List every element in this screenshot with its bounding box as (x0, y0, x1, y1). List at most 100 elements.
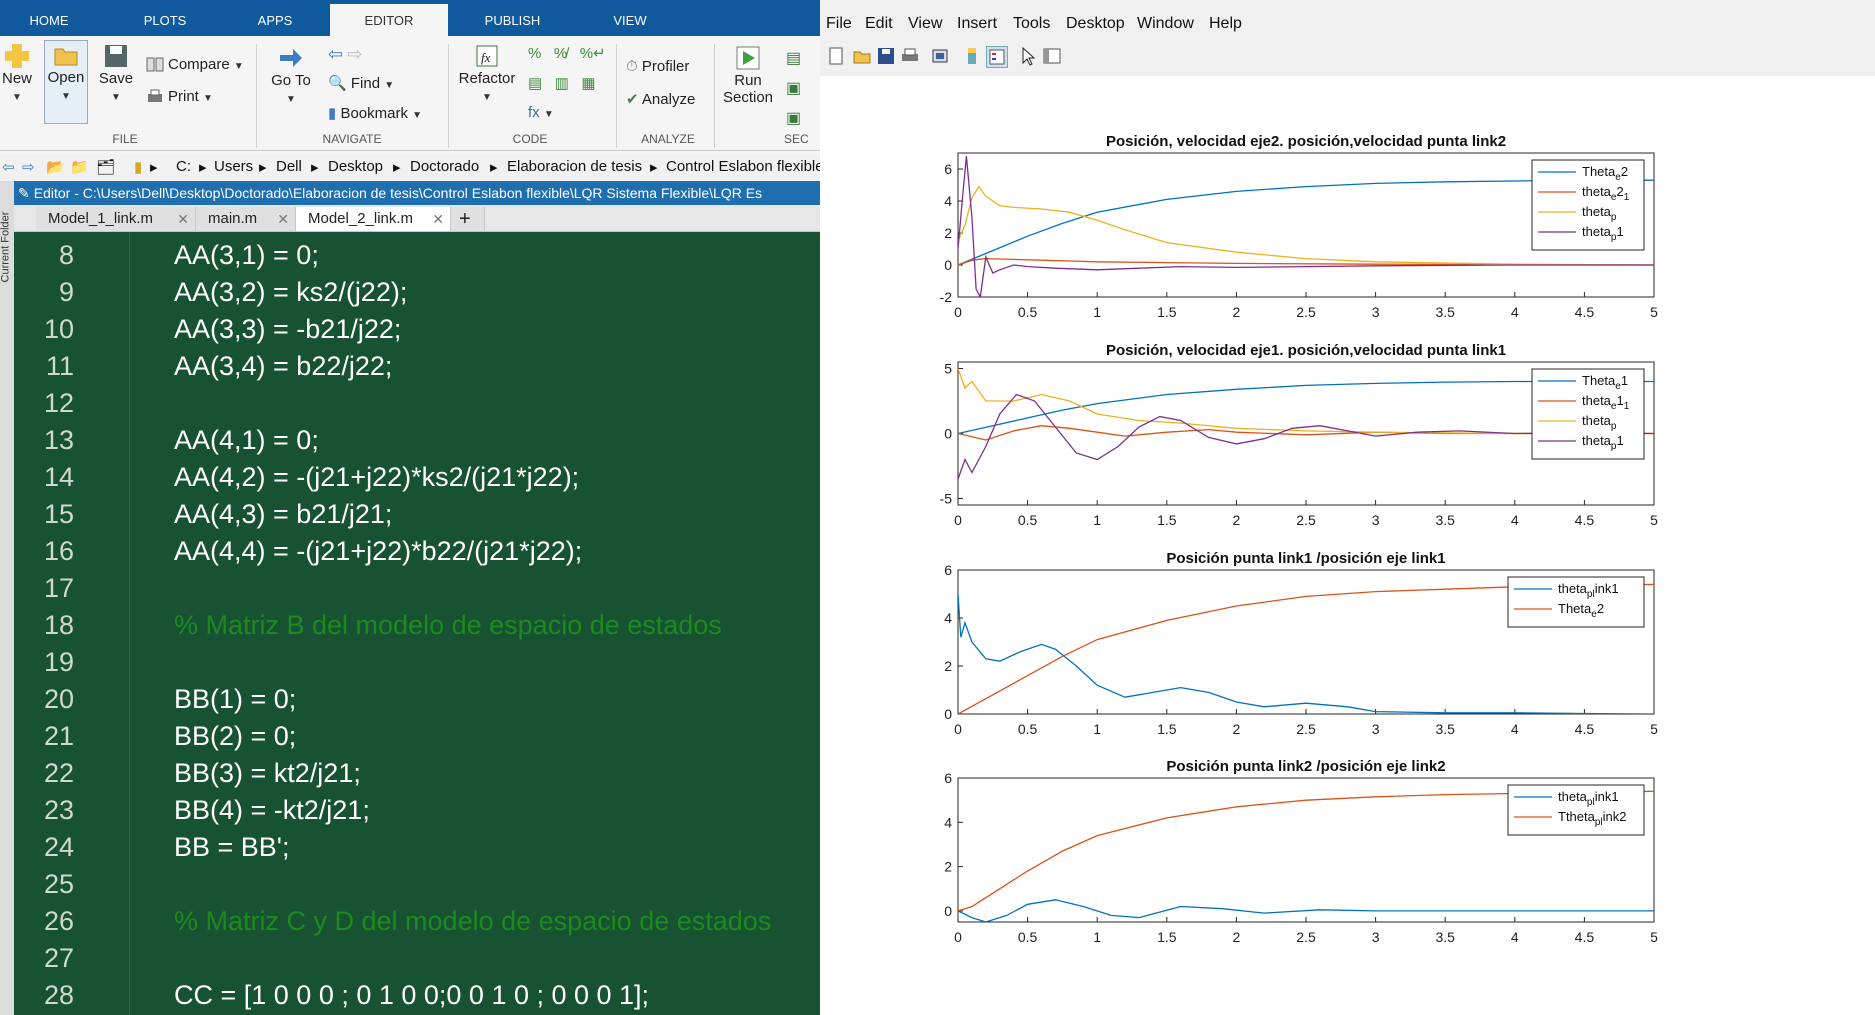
run-time-icon[interactable]: ▣ (786, 110, 801, 127)
code-comment[interactable]: % Matriz B del modelo de espacio de esta… (174, 610, 722, 641)
section-break-icon[interactable]: ▤ (786, 50, 801, 67)
code-line[interactable]: BB(3) = kt2/j21; (174, 758, 361, 789)
browse-folder-icon[interactable]: 📁 (70, 158, 89, 176)
colorbar-icon[interactable] (962, 46, 982, 66)
code-line[interactable]: BB(4) = -kt2/j21; (174, 795, 370, 826)
code-tools-row3[interactable]: fx ▼ (528, 104, 554, 121)
tab-publish[interactable]: PUBLISH (455, 0, 570, 36)
menu-file[interactable]: File (826, 15, 852, 33)
x-tick-label: 4.5 (1575, 304, 1595, 320)
menu-edit[interactable]: Edit (865, 15, 893, 33)
analyze-button[interactable]: ✔ Analyze (626, 90, 695, 108)
tab-plots[interactable]: PLOTS (110, 0, 220, 36)
open-file-icon[interactable] (852, 46, 872, 66)
current-folder-label[interactable]: Current Folder (0, 212, 11, 283)
insert-function-icon[interactable]: fx (528, 104, 540, 121)
address-bar[interactable]: ⇦ ⇨ 📂 📁 🗂 ▮ ▸ C: ▸ Users ▸ Dell ▸ Deskto… (0, 154, 820, 180)
code-line[interactable]: CC = [1 0 0 0 ; 0 1 0 0;0 0 1 0 ; 0 0 0 … (174, 980, 649, 1011)
tab-view[interactable]: VIEW (580, 0, 680, 36)
property-editor-icon[interactable] (1042, 46, 1062, 66)
menu-tools[interactable]: Tools (1013, 15, 1050, 33)
tab-home[interactable]: HOME (0, 0, 98, 36)
file-tab-main[interactable]: main.m ✕ (196, 207, 296, 231)
menu-help[interactable]: Help (1209, 15, 1242, 33)
code-line[interactable]: AA(3,1) = 0; (174, 240, 319, 271)
file-tab-model1[interactable]: Model_1_link.m ✕ (36, 207, 196, 231)
up-folder-icon[interactable]: 📂 (46, 158, 65, 176)
code-tools-row2[interactable]: ▤ ▥ ▦ (528, 74, 596, 92)
smart-indent-icon[interactable]: ▤ (528, 75, 542, 92)
pointer-icon[interactable] (1018, 46, 1038, 66)
path-segment[interactable]: Users (214, 158, 253, 175)
tab-editor[interactable]: EDITOR (330, 4, 448, 36)
new-tab-button[interactable]: + (451, 207, 485, 231)
path-segment[interactable]: Elaboracion de tesis (507, 158, 642, 175)
back-forward-buttons[interactable]: ⇦ ⇨ (328, 44, 362, 65)
decrease-indent-icon[interactable]: ▥ (555, 75, 569, 92)
print-button[interactable]: Print ▼ (146, 88, 213, 106)
code-line[interactable]: AA(4,3) = b21/j21; (174, 499, 392, 530)
run-section-button[interactable]: Run Section (720, 44, 776, 106)
code-line[interactable]: AA(4,1) = 0; (174, 425, 319, 456)
code-comment[interactable]: % Matriz C y D del modelo de espacio de … (174, 906, 771, 937)
new-figure-icon[interactable] (826, 46, 846, 66)
back-nav-icon[interactable]: ⇦ (2, 158, 15, 176)
code-line[interactable]: AA(3,3) = -b21/j22; (174, 314, 401, 345)
save-figure-icon[interactable] (876, 46, 896, 66)
code-line[interactable]: AA(4,2) = -(j21+j22)*ks2/(j21*j22); (174, 462, 579, 493)
tab-apps[interactable]: APPS (225, 0, 325, 36)
code-tools-row1[interactable]: % %̸ %↵ (528, 44, 606, 62)
wrap-comment-icon[interactable]: %↵ (580, 45, 606, 62)
link-plot-icon[interactable] (930, 46, 950, 66)
refactor-button[interactable]: fx Refactor ▼ (456, 42, 518, 104)
profiler-label: Profiler (641, 58, 690, 75)
forward-nav-icon[interactable]: ⇨ (22, 158, 35, 176)
run-advance-icon[interactable]: ▣ (786, 80, 801, 97)
print-figure-icon[interactable] (900, 46, 920, 66)
path-segment[interactable]: Doctorado (410, 158, 479, 175)
file-tab-model2[interactable]: Model_2_link.m ✕ (296, 207, 451, 231)
x-tick-label: 4.5 (1575, 512, 1595, 528)
code-line[interactable]: BB(1) = 0; (174, 684, 296, 715)
x-tick-label: 0.5 (1018, 512, 1038, 528)
menu-window[interactable]: Window (1137, 15, 1194, 33)
path-segment[interactable]: Desktop (328, 158, 383, 175)
code-line[interactable]: AA(3,2) = ks2/(j22); (174, 277, 407, 308)
editor-title-bar: ✎ Editor - C:\Users\Dell\Desktop\Doctorad… (14, 181, 820, 205)
comment-icon[interactable]: % (528, 45, 541, 62)
code-editor[interactable]: 8 9 10 11 12 13 14 15 16 17 18 19 20 21 22 23 24 25 26 27 28… (14, 232, 820, 1015)
refresh-icon[interactable]: 🗂 (96, 158, 115, 176)
menu-desktop[interactable]: Desktop (1066, 15, 1125, 33)
menu-insert[interactable]: Insert (957, 15, 997, 33)
path-segment[interactable]: Control Eslabon flexible (666, 158, 820, 175)
editor-file-tabs: Model_1_link.m ✕ main.m ✕ Model_2_link.m ✕ … (14, 205, 820, 232)
save-button[interactable]: Save ▼ (96, 42, 136, 104)
find-button[interactable]: 🔍 Find ▼ (328, 74, 394, 92)
x-tick-label: 2 (1233, 304, 1241, 320)
legend-icon[interactable] (986, 46, 1008, 68)
close-tab-icon[interactable]: ✕ (432, 207, 444, 231)
path-segment[interactable]: C: (176, 158, 191, 175)
goto-button[interactable]: Go To ▼ (268, 44, 314, 106)
y-tick-label: 4 (944, 814, 952, 830)
code-line[interactable]: AA(3,4) = b22/j22; (174, 351, 392, 382)
new-button[interactable]: New ▼ (0, 42, 34, 104)
code-line[interactable]: BB(2) = 0; (174, 721, 296, 752)
code-line[interactable]: AA(4,4) = -(j21+j22)*b22/(j21*j22); (174, 536, 582, 567)
compare-button[interactable]: Compare ▼ (146, 56, 244, 74)
back-arrow-icon[interactable]: ⇦ (328, 44, 343, 64)
close-tab-icon[interactable]: ✕ (177, 207, 189, 231)
forward-arrow-icon[interactable]: ⇨ (347, 44, 362, 64)
uncomment-icon[interactable]: %̸ (554, 45, 567, 62)
code-line[interactable]: BB = BB'; (174, 832, 289, 863)
path-segment[interactable]: Dell (276, 158, 302, 175)
open-button[interactable]: Open ▼ (44, 40, 88, 124)
menu-view[interactable]: View (908, 15, 942, 33)
section-tools[interactable]: ▤ ▣ ▣ (786, 44, 801, 134)
close-tab-icon[interactable]: ✕ (277, 207, 289, 231)
goto-arrow-icon (280, 49, 302, 67)
increase-indent-icon[interactable]: ▦ (581, 75, 595, 92)
bookmark-button[interactable]: ▮ Bookmark ▼ (328, 104, 422, 122)
profiler-button[interactable]: ⏱ Profiler (626, 58, 689, 75)
current-folder-panel-collapsed[interactable]: Current Folder (0, 181, 14, 1015)
